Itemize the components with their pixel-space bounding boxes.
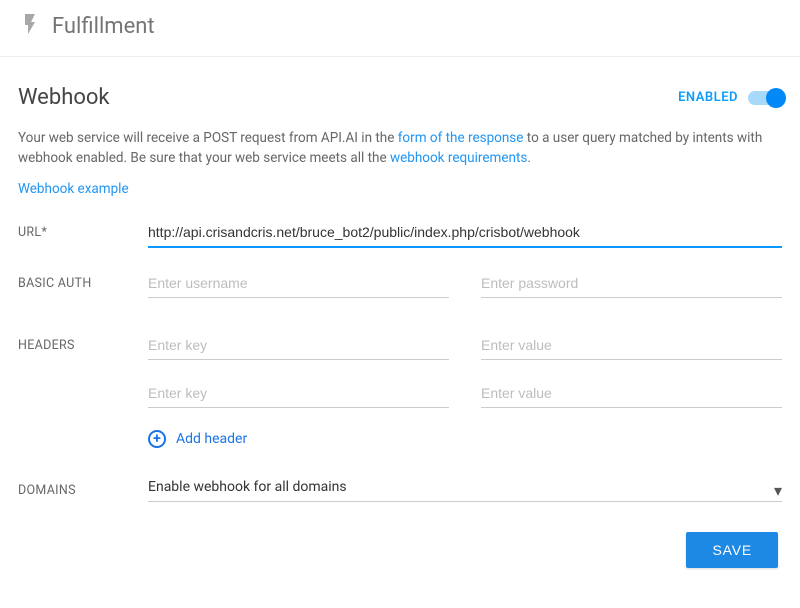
domains-select[interactable]: Enable webhook for all domains	[148, 474, 782, 502]
chevron-down-icon: ▾	[774, 481, 782, 500]
header-key-input-1[interactable]	[148, 332, 449, 360]
headers-label: HEADERS	[18, 332, 148, 353]
header-value-input-1[interactable]	[481, 332, 782, 360]
section-description: Your web service will receive a POST req…	[18, 128, 782, 169]
lightning-icon	[18, 12, 52, 40]
plus-circle-icon: +	[148, 430, 166, 448]
save-button[interactable]: SAVE	[686, 532, 778, 568]
enabled-label: ENABLED	[678, 90, 738, 105]
domains-label: DOMAINS	[18, 477, 148, 498]
header-value-input-2[interactable]	[481, 380, 782, 408]
page-title: Fulfillment	[52, 14, 155, 39]
header-key-input-2[interactable]	[148, 380, 449, 408]
form-of-response-link[interactable]: form of the response	[398, 130, 524, 146]
basic-auth-label: BASIC AUTH	[18, 270, 148, 291]
webhook-requirements-link[interactable]: webhook requirements	[390, 150, 527, 166]
add-header-button[interactable]: + Add header	[148, 430, 782, 448]
password-input[interactable]	[481, 270, 782, 298]
username-input[interactable]	[148, 270, 449, 298]
url-input[interactable]	[148, 219, 782, 248]
url-label: URL*	[18, 219, 148, 240]
enabled-toggle[interactable]	[748, 91, 782, 105]
webhook-example-link[interactable]: Webhook example	[18, 181, 129, 197]
section-title: Webhook	[18, 85, 110, 110]
